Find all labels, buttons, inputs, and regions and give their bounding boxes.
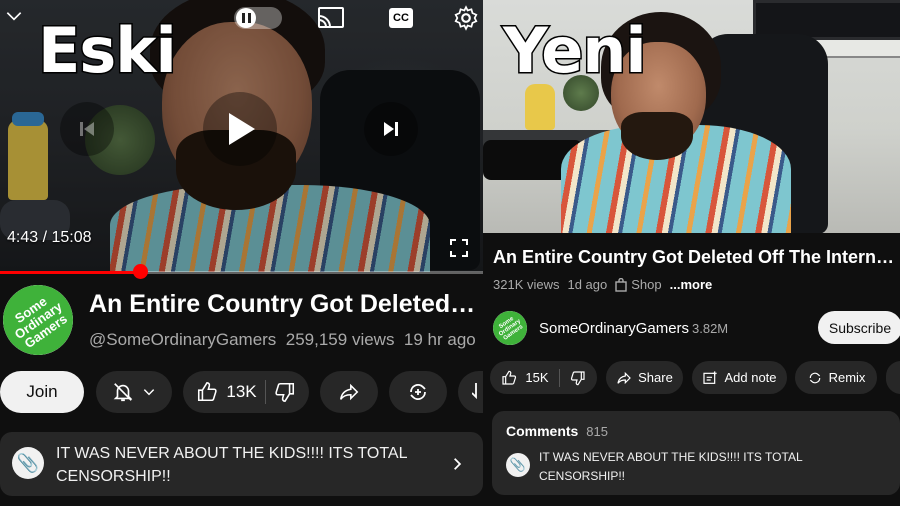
- like-count: 13K: [226, 382, 257, 401]
- old-ui-panel: CC Eski 4:43 / 15:08 Some Ordinary Gamer…: [0, 0, 483, 506]
- dislike-icon[interactable]: [274, 381, 296, 403]
- subscribe-button[interactable]: Subscribe: [818, 311, 900, 344]
- comments-header: Comments 815: [506, 423, 608, 439]
- autoplay-toggle[interactable]: [234, 7, 282, 29]
- remix-button[interactable]: [389, 371, 447, 413]
- shop-link[interactable]: Shop: [615, 277, 662, 292]
- next-icon: [384, 122, 398, 136]
- comments-count: 815: [586, 424, 608, 439]
- shop-label: Shop: [631, 277, 662, 292]
- like-dislike-group: 13K: [183, 371, 309, 413]
- pause-toggle-icon: [236, 8, 256, 28]
- upload-age: 19 hr ago: [403, 330, 476, 349]
- like-icon: [502, 370, 517, 385]
- upload-age-new: 1d ago: [567, 277, 608, 292]
- share-label: Share: [638, 370, 673, 385]
- download-icon: [472, 383, 477, 400]
- minimize-button[interactable]: [2, 4, 26, 28]
- fullscreen-button[interactable]: [447, 236, 471, 260]
- subscriber-count: 3.82M: [692, 321, 729, 336]
- cc-icon: CC: [389, 8, 413, 28]
- avatar-text: Some Ordinary Gamers: [11, 293, 70, 351]
- add-note-button[interactable]: Add note: [692, 361, 787, 394]
- new-label: Yeni: [502, 14, 649, 87]
- chevron-down-icon: [6, 12, 22, 21]
- video-player-new[interactable]: Yeni: [483, 0, 900, 233]
- old-label: Eski: [37, 14, 179, 87]
- remix-icon: [809, 372, 820, 383]
- avatar-text-new: Some Ordinary Gamers: [498, 315, 525, 342]
- subscribe-label: Subscribe: [828, 319, 892, 336]
- comments-label: Comments: [506, 423, 579, 439]
- video-title[interactable]: An Entire Country Got Deleted Off…: [89, 290, 481, 319]
- download-button[interactable]: [458, 371, 483, 413]
- share-button[interactable]: [320, 371, 378, 413]
- comment-text: IT WAS NEVER ABOUT THE KIDS!!!! ITS TOTA…: [56, 445, 407, 485]
- progress-bar[interactable]: [0, 264, 483, 279]
- like-count-new: 15K: [525, 370, 549, 385]
- more-link-new[interactable]: ...more: [670, 277, 713, 292]
- remix-icon: [410, 384, 426, 400]
- remix-button-new[interactable]: Remix: [795, 361, 877, 394]
- share-icon: [617, 371, 631, 384]
- chevron-right-icon: [454, 458, 462, 470]
- scrubber-handle[interactable]: [133, 264, 149, 279]
- settings-button[interactable]: [452, 4, 480, 32]
- chevron-down-icon: [143, 389, 155, 396]
- video-meta-new: 321K views 1d ago Shop ...more: [493, 277, 712, 292]
- time-display: 4:43 / 15:08: [7, 229, 92, 246]
- play-button[interactable]: [203, 92, 277, 166]
- next-button[interactable]: [364, 102, 418, 156]
- channel-avatar-new[interactable]: Some Ordinary Gamers: [493, 311, 527, 345]
- notifications-button[interactable]: [96, 371, 172, 413]
- settings-gear-icon: [454, 5, 478, 31]
- video-meta: @SomeOrdinaryGamers 259,159 views 19 hr …: [89, 330, 483, 350]
- like-dislike-group-new: 15K: [490, 361, 597, 394]
- remix-label: Remix: [828, 370, 866, 385]
- channel-name[interactable]: SomeOrdinaryGamers: [539, 320, 689, 337]
- comment-text-new: IT WAS NEVER ABOUT THE KIDS!!!! ITS TOTA…: [539, 450, 803, 483]
- paperclip-icon: 📎: [16, 452, 40, 473]
- comments-teaser[interactable]: 📎 IT WAS NEVER ABOUT THE KIDS!!!! ITS TO…: [0, 432, 483, 496]
- more-actions-button[interactable]: [886, 361, 900, 394]
- join-label: Join: [26, 382, 58, 401]
- dislike-icon[interactable]: [570, 370, 586, 386]
- shop-icon: [615, 277, 627, 292]
- previous-button[interactable]: [60, 102, 114, 156]
- fullscreen-icon: [450, 239, 468, 257]
- join-button[interactable]: Join: [0, 371, 84, 413]
- bell-off-icon: [113, 383, 133, 402]
- new-ui-panel: Yeni An Entire Country Got Deleted Off T…: [483, 0, 900, 506]
- play-icon: [229, 113, 255, 145]
- share-icon: [339, 383, 359, 401]
- add-note-icon: [703, 370, 718, 384]
- cast-icon: [318, 7, 344, 28]
- share-button-new[interactable]: Share: [606, 361, 683, 394]
- view-count-new: 321K views: [493, 277, 560, 292]
- comments-section[interactable]: Comments 815 📎 IT WAS NEVER ABOUT THE KI…: [492, 411, 900, 495]
- channel-handle[interactable]: @SomeOrdinaryGamers: [89, 330, 276, 349]
- like-button[interactable]: 13K: [196, 381, 257, 403]
- like-icon: [198, 382, 218, 402]
- like-button-new[interactable]: 15K: [501, 370, 549, 386]
- paperclip-icon: 📎: [509, 457, 527, 472]
- commenter-avatar: 📎: [12, 447, 44, 479]
- add-note-label: Add note: [724, 370, 777, 385]
- cast-button[interactable]: [316, 4, 346, 32]
- video-player[interactable]: CC Eski 4:43 / 15:08: [0, 0, 483, 272]
- channel-avatar[interactable]: Some Ordinary Gamers: [3, 285, 73, 355]
- view-count: 259,159 views: [285, 330, 395, 349]
- progress-fill: [0, 271, 141, 274]
- video-title-new[interactable]: An Entire Country Got Deleted Off The In…: [493, 247, 900, 268]
- commenter-avatar-new: 📎: [506, 453, 530, 477]
- captions-button[interactable]: CC: [388, 7, 414, 29]
- previous-icon: [80, 122, 94, 136]
